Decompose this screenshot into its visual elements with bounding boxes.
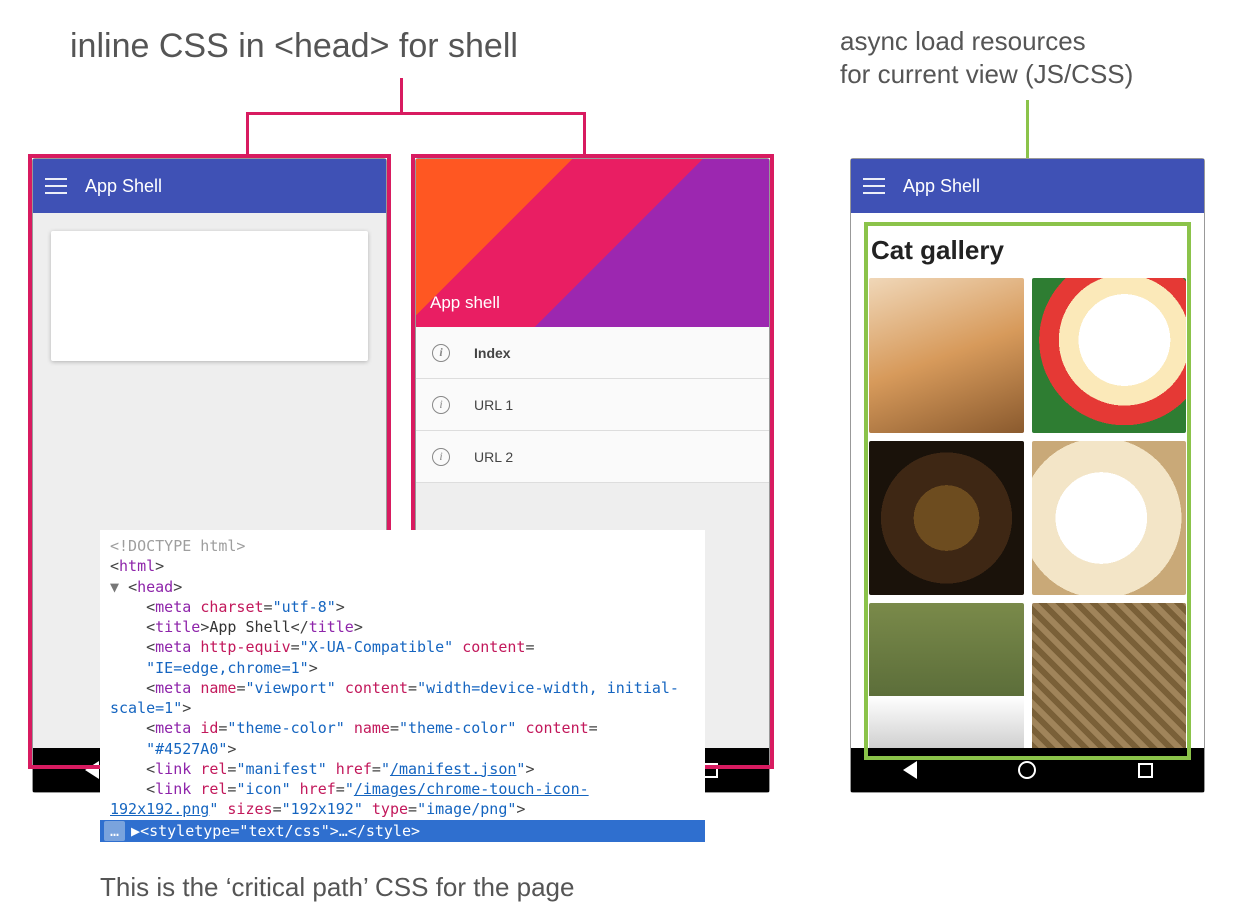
- drawer-item-url2[interactable]: i URL 2: [416, 431, 769, 483]
- android-navbar: [851, 748, 1204, 792]
- caption-critical-path: This is the ‘critical path’ CSS for the …: [100, 872, 574, 903]
- gallery-title: Cat gallery: [871, 235, 1186, 266]
- gallery-grid: [869, 278, 1186, 748]
- leader-pink-h: [246, 112, 586, 115]
- hero-label: App shell: [430, 293, 500, 313]
- annotation-async-load: async load resources for current view (J…: [840, 25, 1133, 90]
- gallery-thumb[interactable]: [869, 278, 1024, 433]
- toolbar: App Shell: [33, 159, 386, 213]
- toolbar-title: App Shell: [903, 176, 980, 197]
- nav-home-icon[interactable]: [1017, 760, 1037, 780]
- info-icon: i: [432, 344, 450, 362]
- drawer-item-index[interactable]: i Index: [416, 327, 769, 379]
- phone-content-loaded: App Shell Cat gallery: [850, 158, 1205, 793]
- gallery-thumb[interactable]: [1032, 278, 1187, 433]
- leader-pink-stem: [400, 78, 403, 112]
- code-line-selected[interactable]: …▶ <style type="text/css">…</style>: [100, 820, 705, 842]
- gallery-thumb[interactable]: [869, 603, 1024, 748]
- hamburger-icon[interactable]: [863, 178, 885, 194]
- nav-back-icon[interactable]: [82, 760, 102, 780]
- phone-body: Cat gallery: [851, 213, 1204, 748]
- drawer-item-url1[interactable]: i URL 1: [416, 379, 769, 431]
- code-line: <!DOCTYPE html> <html> ▼ <head> <meta ch…: [100, 536, 705, 820]
- gallery-thumb[interactable]: [1032, 441, 1187, 596]
- drawer-item-label: URL 1: [474, 397, 513, 413]
- drawer-item-label: Index: [474, 345, 511, 361]
- leader-pink-v1: [246, 112, 249, 154]
- info-icon: i: [432, 396, 450, 414]
- nav-back-icon[interactable]: [900, 760, 920, 780]
- toolbar: App Shell: [851, 159, 1204, 213]
- gallery-thumb[interactable]: [1032, 603, 1187, 748]
- drawer-hero: App shell: [416, 159, 769, 327]
- toolbar-title: App Shell: [85, 176, 162, 197]
- hamburger-icon[interactable]: [45, 178, 67, 194]
- drawer-item-label: URL 2: [474, 449, 513, 465]
- nav-recent-icon[interactable]: [1135, 760, 1155, 780]
- gallery-thumb[interactable]: [869, 441, 1024, 596]
- annotation-inline-css: inline CSS in <head> for shell: [70, 25, 518, 68]
- devtools-source-panel: <!DOCTYPE html> <html> ▼ <head> <meta ch…: [100, 530, 705, 842]
- leader-pink-v2: [583, 112, 586, 154]
- info-icon: i: [432, 448, 450, 466]
- placeholder-card: [51, 231, 368, 361]
